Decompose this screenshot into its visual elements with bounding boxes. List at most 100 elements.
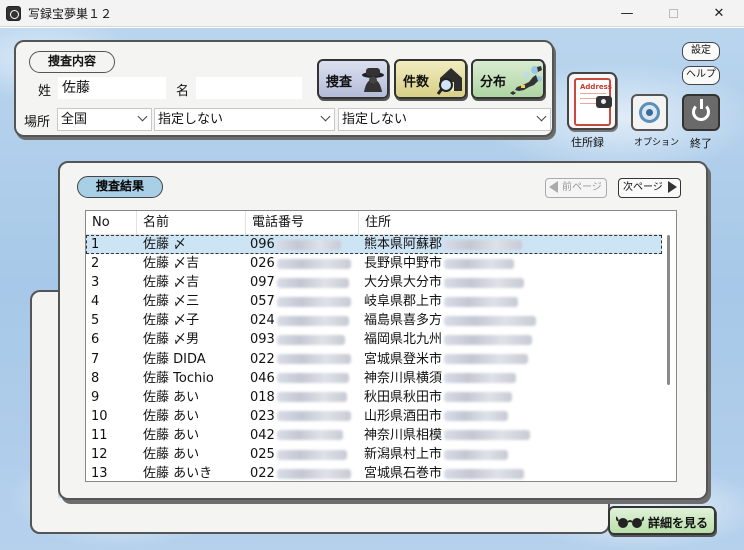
given-name-field[interactable] bbox=[196, 77, 302, 99]
client-area: 捜査内容 姓 佐藤 名 場所 全国 指定しない 指定しない 捜査 件数 分布 設… bbox=[0, 28, 744, 550]
scroll-thumb[interactable] bbox=[667, 235, 670, 385]
search-button[interactable]: 捜査 bbox=[317, 59, 389, 99]
cell-phone-text: 022 bbox=[250, 466, 275, 482]
redacted-text bbox=[276, 373, 349, 384]
cell-address-text: 新潟県村上市 bbox=[364, 447, 443, 463]
cell-name: 佐藤 〆男 bbox=[143, 330, 246, 349]
chevron-down-icon bbox=[536, 111, 547, 122]
redacted-text bbox=[276, 392, 347, 403]
prev-page-label: 前ページ bbox=[562, 182, 602, 193]
cell-name: 佐藤 DIDA bbox=[143, 350, 246, 369]
cell-phone-text: 026 bbox=[250, 256, 275, 272]
table-row[interactable]: 13 佐藤 あいき 022 宮城県石巻市 bbox=[86, 464, 662, 483]
cell-name: 佐藤 あい bbox=[143, 426, 246, 445]
redacted-text bbox=[444, 334, 533, 345]
cell-no: 1 bbox=[91, 235, 136, 254]
settings-button[interactable]: 設定 bbox=[682, 42, 720, 61]
cell-phone-text: 057 bbox=[250, 294, 275, 310]
table-row[interactable]: 3 佐藤 〆吉 097 大分県大分市 bbox=[86, 273, 662, 292]
prev-page-button[interactable]: 前ページ bbox=[545, 178, 607, 198]
cell-address-text: 福岡県北九州 bbox=[364, 332, 443, 348]
cell-no-text: 5 bbox=[91, 313, 100, 329]
cell-no-text: 8 bbox=[91, 370, 100, 386]
cell-name-text: 佐藤 〆三 bbox=[143, 294, 200, 310]
prefecture-select[interactable]: 全国 bbox=[57, 108, 152, 131]
cell-no: 9 bbox=[91, 388, 136, 407]
app-icon[interactable] bbox=[6, 6, 21, 21]
table-row[interactable]: 2 佐藤 〆吉 026 長野県中野市 bbox=[86, 254, 662, 273]
title-bar: 写録宝夢巣１２ — ✕ bbox=[0, 0, 744, 27]
redacted-text bbox=[444, 430, 531, 441]
cell-no: 3 bbox=[91, 273, 136, 292]
cell-no-text: 13 bbox=[91, 466, 108, 482]
table-row[interactable]: 11 佐藤 あい 042 神奈川県相模 bbox=[86, 426, 662, 445]
cell-no-text: 1 bbox=[91, 237, 100, 252]
cell-name-text: 佐藤 Tochio bbox=[143, 370, 214, 386]
surname-field[interactable]: 佐藤 bbox=[58, 77, 166, 99]
column-header-phone[interactable]: 電話番号 bbox=[246, 211, 359, 235]
options-label: オプション bbox=[634, 138, 680, 148]
cell-name: 佐藤 〆 bbox=[143, 235, 246, 254]
next-page-button[interactable]: 次ページ bbox=[618, 178, 681, 198]
cell-no: 13 bbox=[91, 464, 136, 483]
cell-address: 神奈川県横須 bbox=[364, 369, 654, 388]
cell-no: 8 bbox=[91, 369, 136, 388]
table-row[interactable]: 7 佐藤 DIDA 022 宮城県登米市 bbox=[86, 350, 662, 369]
redacted-text bbox=[276, 239, 341, 250]
help-button[interactable]: ヘルプ bbox=[682, 66, 720, 85]
redacted-text bbox=[276, 354, 351, 365]
cell-no-text: 10 bbox=[91, 408, 108, 424]
cell-phone: 046 bbox=[250, 369, 360, 388]
cell-no: 7 bbox=[91, 350, 136, 369]
cell-phone: 023 bbox=[250, 407, 360, 426]
cell-name: 佐藤 あい bbox=[143, 388, 246, 407]
cell-phone-text: 096 bbox=[250, 237, 275, 252]
cell-address-text: 岐阜県郡上市 bbox=[364, 294, 443, 310]
cell-no-text: 4 bbox=[91, 294, 100, 310]
exit-button[interactable] bbox=[682, 94, 720, 131]
table-row[interactable]: 8 佐藤 Tochio 046 神奈川県横須 bbox=[86, 369, 662, 388]
address-book-button[interactable]: Address bbox=[567, 72, 617, 130]
table-row[interactable]: 6 佐藤 〆男 093 福岡県北九州 bbox=[86, 330, 662, 349]
cell-address-text: 神奈川県相模 bbox=[364, 427, 443, 443]
cell-phone-text: 042 bbox=[250, 427, 275, 443]
cell-phone-text: 022 bbox=[250, 351, 275, 367]
glasses-icon bbox=[616, 516, 644, 528]
redacted-text bbox=[444, 258, 515, 269]
view-details-button[interactable]: 詳細を見る bbox=[608, 506, 716, 535]
cell-phone: 018 bbox=[250, 388, 360, 407]
cell-name: 佐藤 あい bbox=[143, 445, 246, 464]
table-row[interactable]: 5 佐藤 〆子 024 福島県喜多方 bbox=[86, 311, 662, 330]
chevron-down-icon bbox=[320, 111, 331, 122]
table-scrollbar[interactable] bbox=[664, 213, 674, 479]
cell-name-text: 佐藤 DIDA bbox=[143, 351, 206, 367]
cell-name-text: 佐藤 〆子 bbox=[143, 313, 200, 329]
table-row[interactable]: 12 佐藤 あい 025 新潟県村上市 bbox=[86, 445, 662, 464]
city-select[interactable]: 指定しない bbox=[154, 108, 335, 131]
cell-phone-text: 097 bbox=[250, 275, 275, 291]
cell-no-text: 2 bbox=[91, 256, 100, 272]
redacted-text bbox=[276, 277, 349, 288]
cell-name: 佐藤 〆吉 bbox=[143, 273, 246, 292]
cell-address-text: 山形県酒田市 bbox=[364, 408, 443, 424]
japan-map-icon bbox=[510, 66, 542, 95]
cell-phone: 057 bbox=[250, 292, 360, 311]
cell-phone: 022 bbox=[250, 350, 360, 369]
column-header-name[interactable]: 名前 bbox=[137, 211, 246, 235]
options-button[interactable] bbox=[631, 94, 668, 131]
table-row[interactable]: 1 佐藤 〆 096 熊本県阿蘇郡 bbox=[86, 235, 662, 255]
place-label: 場所 bbox=[24, 115, 51, 130]
maximize-button[interactable] bbox=[650, 0, 696, 27]
minimize-button[interactable]: — bbox=[604, 0, 650, 27]
distribution-button[interactable]: 分布 bbox=[471, 59, 545, 99]
cell-address-text: 神奈川県横須 bbox=[364, 370, 443, 386]
column-header-address[interactable]: 住所 bbox=[359, 211, 654, 235]
close-button[interactable]: ✕ bbox=[696, 0, 742, 27]
count-button[interactable]: 件数 bbox=[394, 59, 467, 99]
table-row[interactable]: 4 佐藤 〆三 057 岐阜県郡上市 bbox=[86, 292, 662, 311]
column-header-no[interactable]: No bbox=[86, 211, 137, 235]
cell-name-text: 佐藤 あい bbox=[143, 408, 200, 424]
table-row[interactable]: 9 佐藤 あい 018 秋田県秋田市 bbox=[86, 388, 662, 407]
town-select[interactable]: 指定しない bbox=[338, 108, 551, 131]
table-row[interactable]: 10 佐藤 あい 023 山形県酒田市 bbox=[86, 407, 662, 426]
